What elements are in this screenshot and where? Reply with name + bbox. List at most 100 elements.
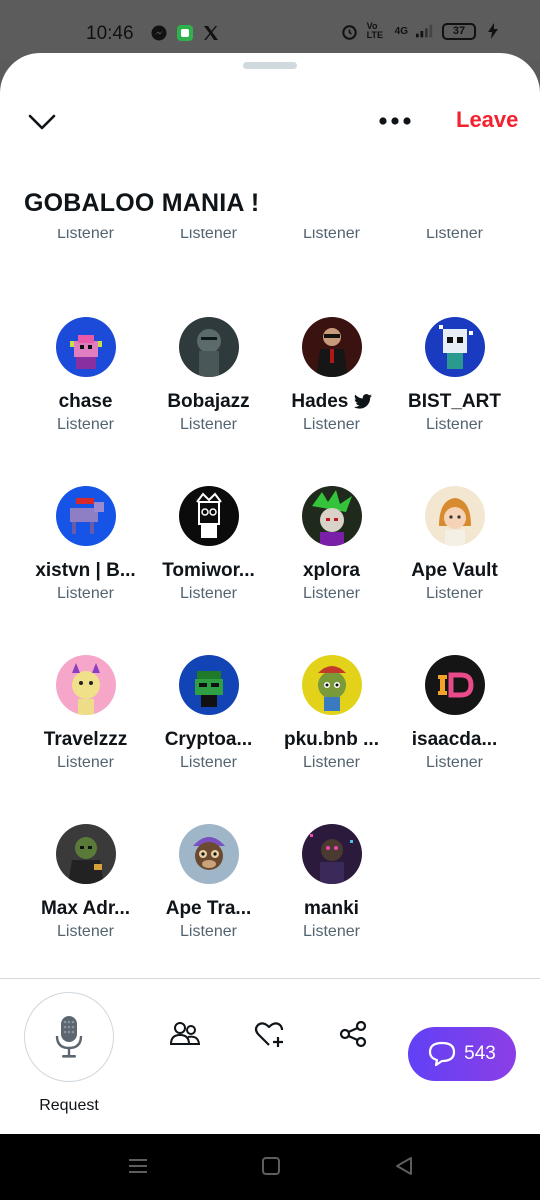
listener-item[interactable]: Listener xyxy=(270,229,393,243)
avatar xyxy=(424,655,485,715)
listener-item[interactable]: xistvn | B... Listener xyxy=(24,486,147,603)
listener-name: Cryptoa... xyxy=(164,729,253,750)
volte-icon: Vo LTE xyxy=(366,21,383,40)
listener-name: Ape Tra... xyxy=(165,898,252,919)
chat-button[interactable]: 543 xyxy=(408,1027,516,1081)
battery-icon: 37 xyxy=(442,22,476,40)
listener-item[interactable]: BIST_ART Listener xyxy=(393,317,516,434)
space-sheet: Leave GOBALOO MANIA ! Listener Listener … xyxy=(0,53,540,1134)
avatar xyxy=(55,486,116,546)
listener-role: Listener xyxy=(426,416,483,433)
chat-count: 543 xyxy=(464,1043,496,1064)
drag-handle[interactable] xyxy=(243,62,297,69)
listener-role: Listener xyxy=(180,229,237,242)
listener-item[interactable]: Bobajazz Listener xyxy=(147,317,270,434)
listener-item[interactable]: Max Adr... Listener xyxy=(24,824,147,941)
avatar xyxy=(178,486,239,546)
avatar xyxy=(178,655,239,715)
top-bar: Leave xyxy=(0,93,540,149)
avatar xyxy=(301,317,362,377)
listener-item[interactable]: isaacda... Listener xyxy=(393,655,516,772)
listener-item[interactable]: Listener xyxy=(147,229,270,243)
network-type-label: 4G xyxy=(394,25,408,37)
back-icon[interactable] xyxy=(394,1156,414,1181)
people-icon[interactable] xyxy=(168,1017,202,1051)
bird-icon xyxy=(353,394,372,410)
leave-button[interactable]: Leave xyxy=(456,107,518,133)
x-logo-icon xyxy=(202,24,220,42)
chevron-down-icon[interactable] xyxy=(26,105,58,137)
share-icon[interactable] xyxy=(336,1017,370,1051)
listener-role: Listener xyxy=(303,923,360,940)
listener-name: BIST_ART xyxy=(408,391,501,412)
system-nav-bar xyxy=(0,1134,540,1200)
listener-role: Listener xyxy=(303,754,360,771)
avatar xyxy=(301,655,362,715)
listener-role: Listener xyxy=(57,229,114,242)
status-time: 10:46 xyxy=(86,23,134,44)
listener-name: xplora xyxy=(302,560,361,581)
listener-role: Listener xyxy=(303,416,360,433)
listener-name: chase xyxy=(58,391,113,412)
listener-name: Tomiwor... xyxy=(162,560,255,581)
listener-name: Hades xyxy=(270,391,393,414)
avatar xyxy=(424,317,485,377)
listener-item[interactable]: Tomiwor... Listener xyxy=(147,486,270,603)
request-label: Request xyxy=(39,1097,99,1114)
listener-item[interactable]: xplora Listener xyxy=(270,486,393,603)
listener-name: pku.bnb ... xyxy=(284,729,379,750)
listener-item[interactable]: Ape Vault Listener xyxy=(393,486,516,603)
listener-role: Listener xyxy=(180,754,237,771)
listener-item[interactable]: Ape Tra... Listener xyxy=(147,824,270,941)
listener-item[interactable]: Listener xyxy=(24,229,147,243)
listener-item[interactable]: chase Listener xyxy=(24,317,147,434)
listener-item[interactable]: Hades Listener xyxy=(270,317,393,434)
microphone-icon xyxy=(55,1016,83,1058)
avatar xyxy=(55,655,116,715)
home-icon[interactable] xyxy=(261,1156,281,1181)
listener-role: Listener xyxy=(57,923,114,940)
messenger-icon xyxy=(150,24,168,42)
recent-apps-icon[interactable] xyxy=(128,1156,148,1181)
more-options-icon[interactable] xyxy=(376,107,416,135)
avatar xyxy=(55,824,116,884)
signal-icon xyxy=(416,22,434,40)
avatar xyxy=(55,317,116,377)
listener-role: Listener xyxy=(180,585,237,602)
listener-role: Listener xyxy=(57,416,114,433)
avatar xyxy=(178,824,239,884)
avatar xyxy=(424,486,485,546)
listener-item[interactable]: pku.bnb ... Listener xyxy=(270,655,393,772)
listener-role: Listener xyxy=(426,229,483,242)
listener-name: manki xyxy=(304,898,359,919)
alarm-icon xyxy=(341,22,359,40)
charging-icon xyxy=(484,22,502,40)
heart-plus-icon[interactable] xyxy=(252,1017,286,1051)
bottom-bar: Request 543 xyxy=(0,979,540,1134)
listener-item[interactable]: Travelzzz Listener xyxy=(24,655,147,772)
avatar xyxy=(301,486,362,546)
listener-role: Listener xyxy=(303,229,360,242)
listener-role: Listener xyxy=(426,585,483,602)
chat-bubble-icon xyxy=(429,1041,456,1067)
app-notification-icon xyxy=(176,24,194,42)
listener-item[interactable]: Cryptoa... Listener xyxy=(147,655,270,772)
listener-name: Ape Vault xyxy=(411,560,498,581)
listener-name: Bobajazz xyxy=(167,391,250,412)
listener-name: isaacda... xyxy=(411,729,498,750)
listener-role: Listener xyxy=(57,754,114,771)
listener-item[interactable]: manki Listener xyxy=(270,824,393,941)
listener-name: xistvn | B... xyxy=(35,560,136,581)
listener-role: Listener xyxy=(180,416,237,433)
listener-name: Max Adr... xyxy=(40,898,131,919)
avatar xyxy=(178,317,239,377)
space-title: GOBALOO MANIA ! xyxy=(24,189,260,217)
request-mic-button[interactable] xyxy=(24,992,114,1082)
listener-role: Listener xyxy=(303,585,360,602)
listener-item[interactable]: Listener xyxy=(393,229,516,243)
listener-role: Listener xyxy=(426,754,483,771)
listener-grid: Listener Listener Listener Listener chas… xyxy=(0,229,540,977)
avatar xyxy=(301,824,362,884)
listener-role: Listener xyxy=(180,923,237,940)
listener-name: Travelzzz xyxy=(43,729,128,750)
